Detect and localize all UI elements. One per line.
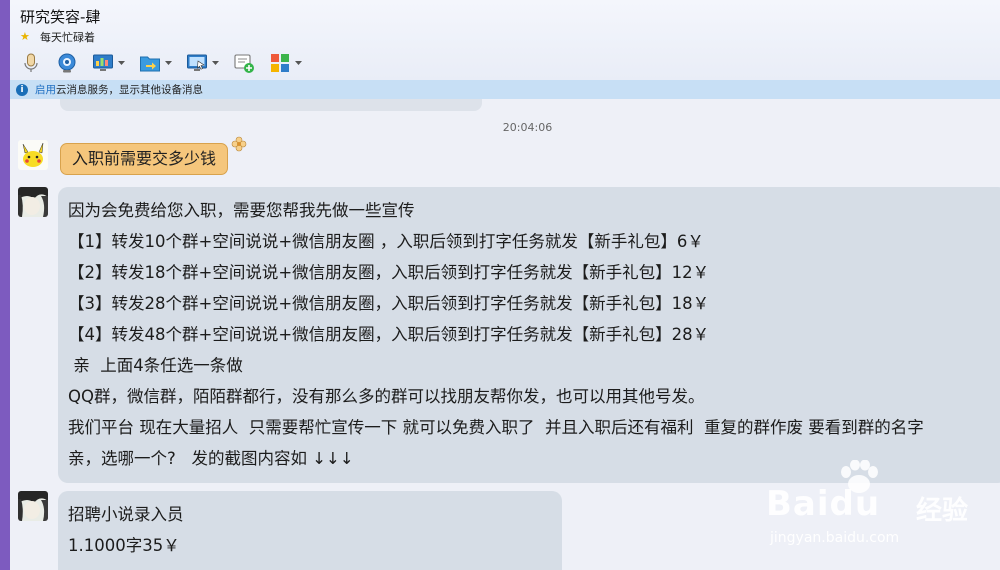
message-line: 招聘小说录入员 <box>68 505 184 524</box>
remote-assist-button[interactable] <box>186 50 219 76</box>
status-text: 每天忙碌着 <box>40 31 95 44</box>
message-line: QQ群，微信群，陌陌群都行，没有那么多的群可以找朋友帮你发，也可以用其他号发。 <box>68 387 705 406</box>
contact-avatar-image <box>18 491 48 521</box>
message-line: 【1】转发10个群+空间说说+微信朋友圈 ，入职后领到打字任务就发【新手礼包】6… <box>68 232 704 251</box>
chevron-down-icon[interactable] <box>212 61 219 65</box>
screen-share-icon <box>93 54 113 71</box>
message-timestamp: 20:04:06 <box>502 121 553 134</box>
chat-header: 研究笑容-肆 ★ 每天忙碌着 <box>10 0 1000 80</box>
create-discussion-button[interactable] <box>233 50 255 76</box>
previous-message-bubble <box>60 99 482 111</box>
new-message-icon <box>234 54 254 73</box>
message-line: 1.1000字35￥ <box>68 536 180 555</box>
notice-text: 云消息服务，显示其他设备消息 <box>56 84 203 96</box>
message-line: 【4】转发48个群+空间说说+微信朋友圈，入职后领到打字任务就发【新手礼包】28… <box>68 325 710 344</box>
screen-share-button[interactable] <box>92 50 125 76</box>
remote-desktop-icon <box>187 54 207 71</box>
chat-toolbar <box>20 50 316 76</box>
microphone-icon <box>24 53 38 72</box>
contact-avatar-image <box>18 187 48 217</box>
star-icon: ★ <box>20 30 30 43</box>
avatar[interactable] <box>18 140 48 170</box>
incoming-message-bubble[interactable]: 因为会免费给您入职，需要您帮我先做一些宣传 【1】转发10个群+空间说说+微信朋… <box>58 187 1000 483</box>
avatar[interactable] <box>18 491 48 521</box>
app-center-button[interactable] <box>269 50 302 76</box>
avatar[interactable] <box>18 187 48 217</box>
contact-status: ★ 每天忙碌着 <box>20 29 95 45</box>
info-icon: i <box>16 83 28 96</box>
message-line: 亲 上面4条任选一条做 <box>68 356 243 375</box>
video-call-button[interactable] <box>56 50 78 76</box>
chat-window: 研究笑容-肆 ★ 每天忙碌着 i 启用 云消息服务，显示其他设备消息 20:04… <box>0 0 1000 570</box>
folder-transfer-icon <box>140 56 160 72</box>
message-line: 亲，选哪一个? 发的截图内容如 ↓↓↓ <box>68 449 354 468</box>
outgoing-message-bubble[interactable]: 入职前需要交多少钱 <box>60 143 229 175</box>
chevron-down-icon[interactable] <box>118 61 125 65</box>
incoming-message-bubble[interactable]: 招聘小说录入员 1.1000字35￥ <box>58 491 562 570</box>
message-list[interactable]: 20:04:06 入职前需要交多少钱 因为会免费给您入职，需要您帮我先做一些宣传… <box>10 99 1000 570</box>
chevron-down-icon[interactable] <box>165 61 172 65</box>
webcam-icon <box>58 53 76 73</box>
message-line: 【2】转发18个群+空间说说+微信朋友圈，入职后领到打字任务就发【新手礼包】12… <box>68 263 710 282</box>
message-line: 因为会免费给您入职，需要您帮我先做一些宣传 <box>68 201 415 220</box>
contact-name[interactable]: 研究笑容-肆 <box>20 6 100 27</box>
cloud-message-notice: i 启用 云消息服务，显示其他设备消息 <box>10 80 1000 99</box>
message-line: 【3】转发28个群+空间说说+微信朋友圈，入职后领到打字任务就发【新手礼包】18… <box>68 294 710 313</box>
apps-grid-icon <box>271 54 289 72</box>
window-edge-strip <box>0 0 10 570</box>
chevron-down-icon[interactable] <box>295 61 302 65</box>
voice-call-button[interactable] <box>20 50 42 76</box>
pikachu-avatar-image <box>18 140 48 170</box>
flower-badge-icon <box>231 136 247 152</box>
send-file-button[interactable] <box>139 50 172 76</box>
enable-cloud-messages-link[interactable]: 启用 <box>35 82 56 97</box>
message-line: 我们平台 现在大量招人 只需要帮忙宣传一下 就可以免费入职了 并且入职后还有福利… <box>68 418 924 437</box>
